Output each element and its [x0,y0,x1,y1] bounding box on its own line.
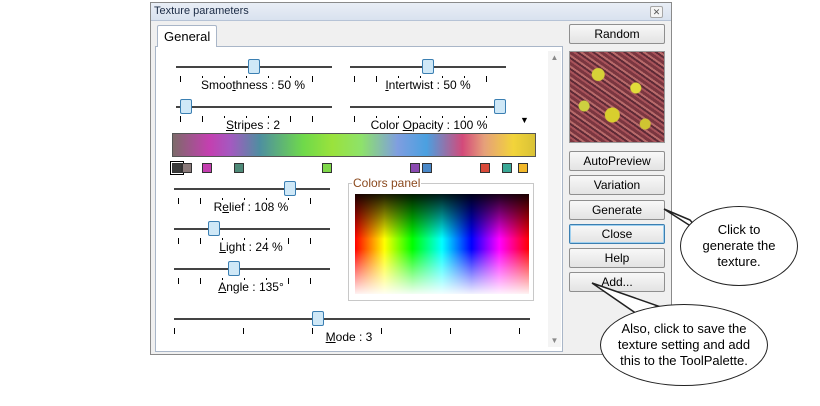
add-callout-text: Also, click to save the texture setting … [617,321,751,368]
generate-callout: Click to generate the texture. [680,206,798,286]
add-callout: Also, click to save the texture setting … [600,304,768,386]
tab-general[interactable]: General [157,25,217,47]
generate-callout-text: Click to generate the texture. [702,222,776,269]
